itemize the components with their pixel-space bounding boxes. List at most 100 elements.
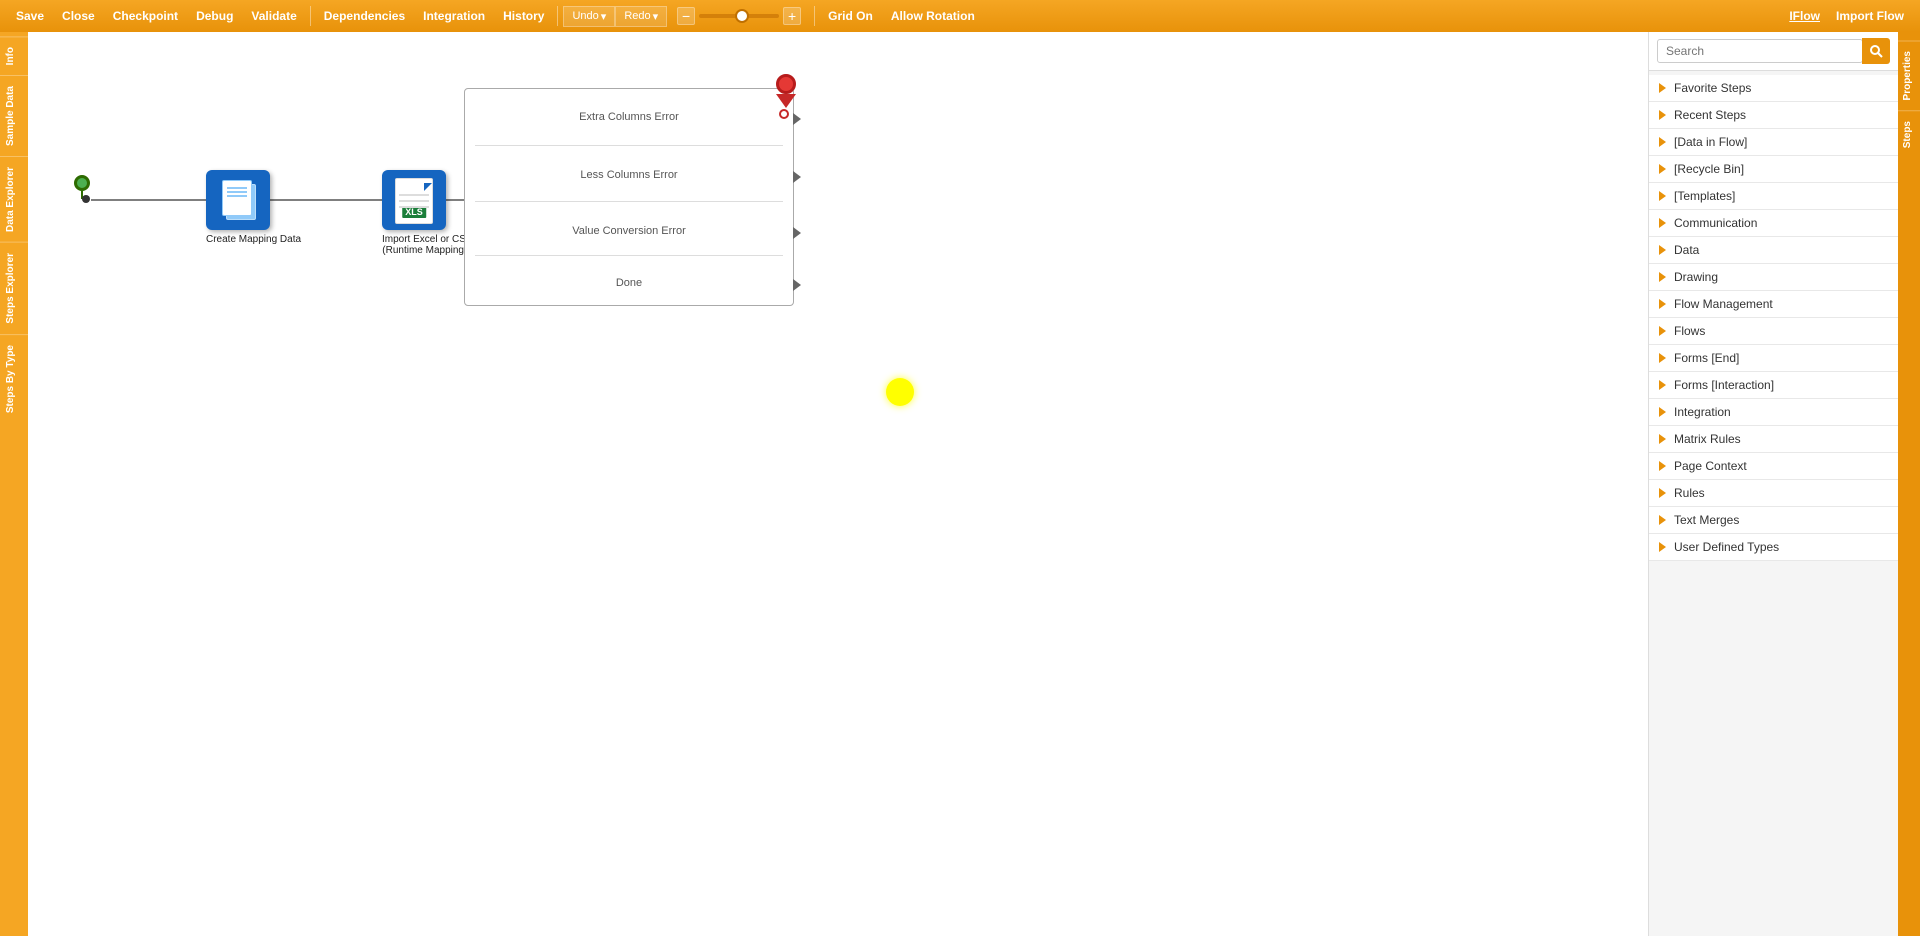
toolbar-right: IFlow Import Flow: [1789, 5, 1912, 27]
separator-1: [475, 145, 783, 146]
step-category-label: Communication: [1674, 216, 1757, 230]
sidebar-tab-steps-explorer[interactable]: Steps Explorer: [0, 242, 28, 334]
iflow-link[interactable]: IFlow: [1789, 9, 1820, 23]
expand-arrow-icon: [1659, 137, 1666, 147]
expand-arrow-icon: [1659, 299, 1666, 309]
step-category-label: [Recycle Bin]: [1674, 162, 1744, 176]
step-category-label: Recent Steps: [1674, 108, 1746, 122]
step-category-user-defined-types[interactable]: User Defined Types: [1649, 534, 1898, 561]
left-sidebar: Info Sample Data Data Explorer Steps Exp…: [0, 32, 28, 936]
debug-button[interactable]: Debug: [188, 5, 241, 27]
redo-label: Redo: [624, 10, 650, 22]
zoom-out-button[interactable]: −: [677, 7, 695, 25]
step-category--data-in-flow-[interactable]: [Data in Flow]: [1649, 129, 1898, 156]
step-category--templates-[interactable]: [Templates]: [1649, 183, 1898, 210]
redo-button[interactable]: Redo ▾: [615, 6, 667, 27]
expand-arrow-icon: [1659, 407, 1666, 417]
flow-connections-svg: [28, 32, 1648, 936]
expand-arrow-icon: [1659, 83, 1666, 93]
undo-button[interactable]: Undo ▾: [563, 6, 615, 27]
less-columns-error-label: Less Columns Error: [580, 169, 677, 181]
start-pin-circle: [74, 175, 90, 191]
toolbar: Save Close Checkpoint Debug Validate Dep…: [0, 0, 1920, 32]
steps-v-tab[interactable]: Steps: [1898, 110, 1920, 158]
step-category-recent-steps[interactable]: Recent Steps: [1649, 102, 1898, 129]
extra-columns-error-label: Extra Columns Error: [579, 111, 679, 123]
expand-arrow-icon: [1659, 380, 1666, 390]
cursor-indicator: [886, 378, 914, 406]
close-button[interactable]: Close: [54, 5, 103, 27]
zoom-in-button[interactable]: +: [783, 7, 801, 25]
step-category-label: Forms [End]: [1674, 351, 1739, 365]
steps-panel: Favorite Steps Recent Steps [Data in Flow]…: [1649, 32, 1898, 936]
properties-tab[interactable]: Properties: [1898, 40, 1920, 110]
step-category-flow-management[interactable]: Flow Management: [1649, 291, 1898, 318]
value-conversion-error-label: Value Conversion Error: [572, 225, 686, 237]
step-category-label: User Defined Types: [1674, 540, 1779, 554]
expand-arrow-icon: [1659, 434, 1666, 444]
red-pin: [776, 74, 796, 108]
divider-1: [310, 6, 311, 26]
right-panel: Favorite Steps Recent Steps [Data in Flow]…: [1648, 32, 1920, 936]
history-button[interactable]: History: [495, 5, 552, 27]
step-category-data[interactable]: Data: [1649, 237, 1898, 264]
checkpoint-button[interactable]: Checkpoint: [105, 5, 186, 27]
step-category-integration[interactable]: Integration: [1649, 399, 1898, 426]
sidebar-tab-info[interactable]: Info: [0, 36, 28, 75]
create-mapping-node[interactable]: Create Mapping Data: [206, 170, 301, 245]
sidebar-tab-data-explorer[interactable]: Data Explorer: [0, 156, 28, 242]
done-label: Done: [616, 277, 642, 289]
step-category-label: Matrix Rules: [1674, 432, 1741, 446]
expand-arrow-icon: [1659, 191, 1666, 201]
step-category--recycle-bin-[interactable]: [Recycle Bin]: [1649, 156, 1898, 183]
done-arrow: [793, 279, 801, 291]
expand-arrow-icon: [1659, 461, 1666, 471]
import-excel-label: Import Excel or CSV: [382, 234, 473, 245]
grid-on-button[interactable]: Grid On: [820, 5, 881, 27]
sidebar-tab-steps-by-type[interactable]: Steps By Type: [0, 334, 28, 423]
step-category-rules[interactable]: Rules: [1649, 480, 1898, 507]
step-category-label: Flow Management: [1674, 297, 1773, 311]
save-button[interactable]: Save: [8, 5, 52, 27]
import-flow-button[interactable]: Import Flow: [1828, 5, 1912, 27]
expand-arrow-icon: [1659, 245, 1666, 255]
import-excel-sublabel: (Runtime Mappings): [382, 245, 473, 256]
step-category-drawing[interactable]: Drawing: [1649, 264, 1898, 291]
step-category-matrix-rules[interactable]: Matrix Rules: [1649, 426, 1898, 453]
separator-3: [475, 255, 783, 256]
step-category-page-context[interactable]: Page Context: [1649, 453, 1898, 480]
search-bar: [1649, 32, 1898, 71]
red-pin-point: [776, 94, 796, 108]
sidebar-tab-sample-data[interactable]: Sample Data: [0, 75, 28, 156]
step-category-label: Page Context: [1674, 459, 1747, 473]
undo-chevron-icon: ▾: [601, 10, 607, 23]
step-category-communication[interactable]: Communication: [1649, 210, 1898, 237]
import-excel-node[interactable]: XLS Import Excel or CSV (Runtime Mapping…: [382, 170, 473, 256]
step-category-label: Drawing: [1674, 270, 1718, 284]
step-category-text-merges[interactable]: Text Merges: [1649, 507, 1898, 534]
step-category-forms--interaction-[interactable]: Forms [Interaction]: [1649, 372, 1898, 399]
properties-tab-bar: Properties Steps: [1898, 32, 1920, 936]
step-category-favorite-steps[interactable]: Favorite Steps: [1649, 75, 1898, 102]
search-button[interactable]: [1862, 38, 1890, 64]
integration-button[interactable]: Integration: [415, 5, 493, 27]
value-conversion-error-arrow: [793, 227, 801, 239]
expand-arrow-icon: [1659, 515, 1666, 525]
validate-button[interactable]: Validate: [243, 5, 304, 27]
connector-output-box: Extra Columns Error Less Columns Error V…: [464, 88, 794, 306]
main-layout: Info Sample Data Data Explorer Steps Exp…: [0, 32, 1920, 936]
step-category-label: [Data in Flow]: [1674, 135, 1747, 149]
search-input[interactable]: [1657, 39, 1863, 63]
zoom-slider[interactable]: [699, 14, 779, 18]
canvas-area[interactable]: Create Mapping Data XLS: [28, 32, 1648, 936]
step-category-forms--end-[interactable]: Forms [End]: [1649, 345, 1898, 372]
step-category-label: Rules: [1674, 486, 1705, 500]
steps-list: Favorite Steps Recent Steps [Data in Flow]…: [1649, 71, 1898, 936]
dependencies-button[interactable]: Dependencies: [316, 5, 413, 27]
expand-arrow-icon: [1659, 218, 1666, 228]
undo-label: Undo: [572, 10, 598, 22]
step-category-label: Flows: [1674, 324, 1705, 338]
step-category-flows[interactable]: Flows: [1649, 318, 1898, 345]
allow-rotation-button[interactable]: Allow Rotation: [883, 5, 983, 27]
expand-arrow-icon: [1659, 272, 1666, 282]
